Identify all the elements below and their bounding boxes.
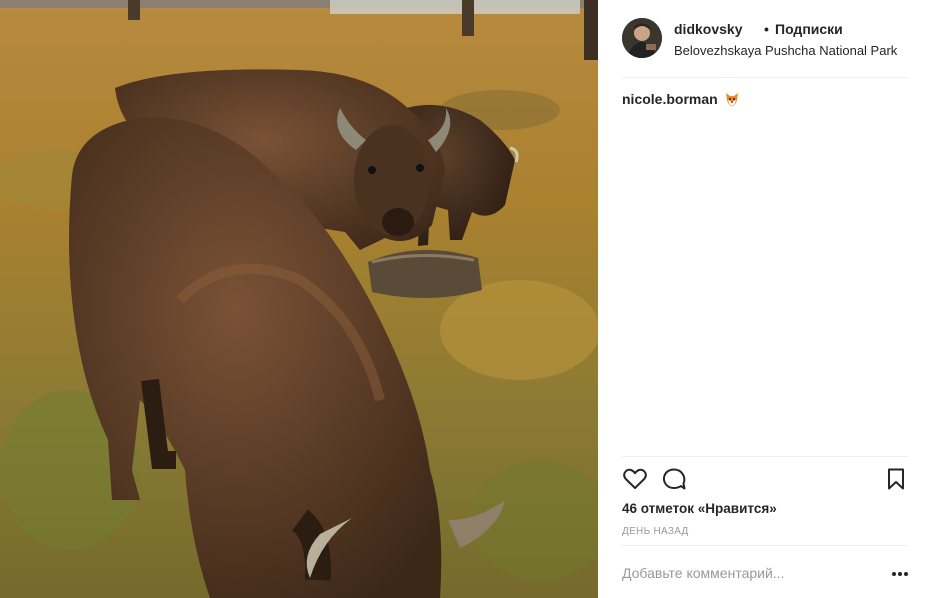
save-button[interactable] bbox=[883, 466, 909, 492]
more-options-button[interactable] bbox=[890, 567, 910, 579]
action-bar bbox=[622, 466, 908, 492]
bookmark-icon bbox=[888, 468, 904, 490]
heart-icon bbox=[623, 468, 647, 489]
post-details-panel: didkovsky • Подписки Belovezhskaya Pushc… bbox=[598, 0, 930, 598]
post-photo[interactable] bbox=[0, 0, 598, 598]
location-link[interactable]: Belovezhskaya Pushcha National Park bbox=[674, 43, 897, 58]
comment-divider bbox=[622, 545, 908, 546]
comment-input[interactable] bbox=[622, 560, 852, 586]
post-header: didkovsky • Подписки Belovezhskaya Pushc… bbox=[622, 18, 908, 60]
speech-bubble-icon bbox=[662, 468, 686, 490]
username-link[interactable]: didkovsky bbox=[674, 21, 742, 37]
likes-count[interactable]: 46 отметок «Нравится» bbox=[622, 501, 777, 516]
like-button[interactable] bbox=[622, 466, 648, 492]
fox-face-emoji-icon bbox=[724, 91, 740, 107]
caption: nicole.borman bbox=[622, 91, 740, 107]
following-button[interactable]: Подписки bbox=[775, 21, 843, 37]
comment-button[interactable] bbox=[661, 466, 687, 492]
caption-username-link[interactable]: nicole.borman bbox=[622, 91, 718, 107]
avatar[interactable] bbox=[622, 18, 662, 58]
header-divider bbox=[622, 77, 908, 78]
ellipsis-icon bbox=[892, 572, 908, 576]
post-timestamp[interactable]: ДЕНЬ НАЗАД bbox=[622, 526, 689, 537]
header-separator: • bbox=[764, 21, 769, 37]
actions-divider bbox=[622, 456, 908, 457]
